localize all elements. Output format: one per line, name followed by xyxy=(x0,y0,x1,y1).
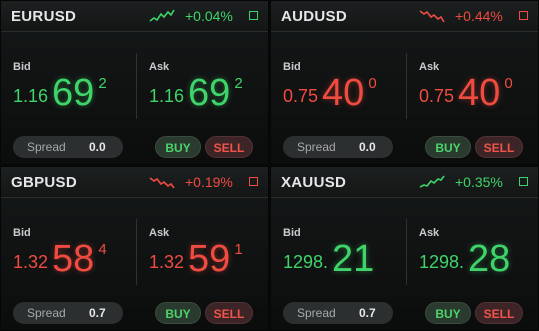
spread-value: 0.0 xyxy=(359,140,376,154)
bid-fraction: 4 xyxy=(98,241,107,258)
rate-tile-eurusd: EURUSD +0.04% Bid Ask 1.16 69 2 1.16 69 2 Sp… xyxy=(0,0,269,165)
rate-tile-audusd: AUDUSD +0.44% Bid Ask 0.75 40 0 0.75 40 0 Sp… xyxy=(270,0,539,165)
sell-button[interactable]: SELL xyxy=(475,302,523,324)
sell-button[interactable]: SELL xyxy=(205,136,253,158)
status-square-icon xyxy=(249,11,258,20)
ask-price[interactable]: 0.75 40 0 xyxy=(419,73,513,117)
bid-pips: 58 xyxy=(52,238,95,280)
ask-price[interactable]: 1.16 69 2 xyxy=(149,73,243,117)
bid-big-figure: 1.32 xyxy=(13,252,49,272)
ask-label: Ask xyxy=(149,61,170,73)
ask-big-figure: 1.32 xyxy=(149,252,185,272)
symbol-label: EURUSD xyxy=(11,8,77,25)
buy-button[interactable]: BUY xyxy=(155,302,201,324)
change-percent: +0.44% xyxy=(455,8,503,24)
bid-label: Bid xyxy=(13,61,31,73)
ask-pips: 69 xyxy=(188,72,231,114)
status-square-icon xyxy=(519,177,528,186)
bid-pips: 40 xyxy=(322,72,365,114)
tile-header: XAUUSD +0.35% xyxy=(271,167,538,198)
change-percent: +0.19% xyxy=(185,174,233,190)
bid-fraction: 2 xyxy=(98,75,107,92)
spread-pill: Spread 0.7 xyxy=(283,302,393,324)
ask-big-figure: 0.75 xyxy=(419,86,455,106)
sparkline-down-icon xyxy=(149,177,175,189)
divider xyxy=(406,219,407,285)
spread-label: Spread xyxy=(297,306,336,320)
bid-big-figure: 1.16 xyxy=(13,86,49,106)
sell-button[interactable]: SELL xyxy=(475,136,523,158)
spread-value: 0.7 xyxy=(89,306,106,320)
change-percent: +0.35% xyxy=(455,174,503,190)
ask-price[interactable]: 1298. 28 xyxy=(419,239,514,283)
bid-price[interactable]: 1.32 58 4 xyxy=(13,239,107,283)
buy-button[interactable]: BUY xyxy=(155,136,201,158)
sparkline-up-icon xyxy=(419,175,445,188)
symbol-label: GBPUSD xyxy=(11,174,77,191)
status-square-icon xyxy=(249,177,258,186)
spread-label: Spread xyxy=(27,306,66,320)
bid-label: Bid xyxy=(283,61,301,73)
sparkline-down-icon xyxy=(419,10,445,23)
divider xyxy=(406,53,407,119)
ask-pips: 59 xyxy=(188,238,231,280)
spread-label: Spread xyxy=(297,140,336,154)
ask-big-figure: 1.16 xyxy=(149,86,185,106)
bid-big-figure: 0.75 xyxy=(283,86,319,106)
spread-value: 0.7 xyxy=(359,306,376,320)
buy-button[interactable]: BUY xyxy=(425,136,471,158)
spread-pill: Spread 0.0 xyxy=(283,136,393,158)
status-square-icon xyxy=(519,11,528,20)
bid-label: Bid xyxy=(13,227,31,239)
bid-label: Bid xyxy=(283,227,301,239)
sell-button[interactable]: SELL xyxy=(205,302,253,324)
spread-value: 0.0 xyxy=(89,140,106,154)
sparkline-up-icon xyxy=(149,9,175,22)
divider xyxy=(136,53,137,119)
ask-fraction: 0 xyxy=(504,75,513,92)
ask-label: Ask xyxy=(149,227,170,239)
ask-label: Ask xyxy=(419,61,440,73)
ask-fraction: 1 xyxy=(234,241,243,258)
divider xyxy=(136,219,137,285)
spread-pill: Spread 0.0 xyxy=(13,136,123,158)
rate-tile-xauusd: XAUUSD +0.35% Bid Ask 1298. 21 1298. 28 Sp… xyxy=(270,166,539,331)
rate-tile-gbpusd: GBPUSD +0.19% Bid Ask 1.32 58 4 1.32 59 1 Sp… xyxy=(0,166,269,331)
fx-rate-grid: EURUSD +0.04% Bid Ask 1.16 69 2 1.16 69 2 Sp… xyxy=(0,0,539,331)
tile-header: GBPUSD +0.19% xyxy=(1,167,268,198)
ask-pips: 28 xyxy=(468,238,511,280)
ask-label: Ask xyxy=(419,227,440,239)
spread-pill: Spread 0.7 xyxy=(13,302,123,324)
ask-fraction: 2 xyxy=(234,75,243,92)
tile-header: EURUSD +0.04% xyxy=(1,1,268,32)
symbol-label: XAUUSD xyxy=(281,174,347,191)
tile-header: AUDUSD +0.44% xyxy=(271,1,538,32)
ask-big-figure: 1298. xyxy=(419,252,465,272)
change-percent: +0.04% xyxy=(185,8,233,24)
spread-label: Spread xyxy=(27,140,66,154)
bid-price[interactable]: 0.75 40 0 xyxy=(283,73,377,117)
bid-big-figure: 1298. xyxy=(283,252,329,272)
ask-price[interactable]: 1.32 59 1 xyxy=(149,239,243,283)
bid-price[interactable]: 1298. 21 xyxy=(283,239,378,283)
bid-pips: 69 xyxy=(52,72,95,114)
bid-fraction: 0 xyxy=(368,75,377,92)
buy-button[interactable]: BUY xyxy=(425,302,471,324)
bid-pips: 21 xyxy=(332,238,375,280)
symbol-label: AUDUSD xyxy=(281,8,347,25)
bid-price[interactable]: 1.16 69 2 xyxy=(13,73,107,117)
ask-pips: 40 xyxy=(458,72,501,114)
